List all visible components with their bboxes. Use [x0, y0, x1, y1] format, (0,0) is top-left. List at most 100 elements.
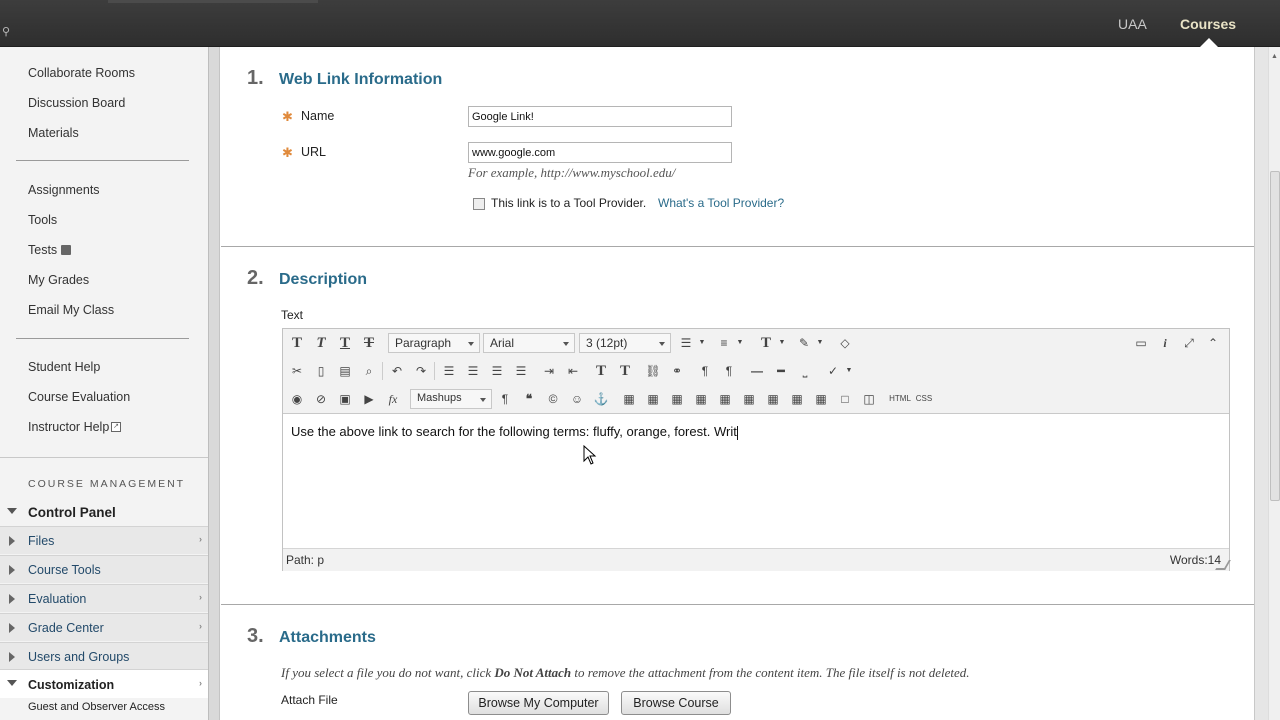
insert-image-icon[interactable]: ▣: [334, 388, 356, 410]
delete-row-icon[interactable]: ▦: [738, 388, 760, 410]
record-icon[interactable]: ◉: [286, 388, 308, 410]
sidebar-item-student-help[interactable]: Student Help: [28, 360, 100, 374]
strikethrough-icon[interactable]: T: [358, 332, 380, 354]
sidebar-item-my-grades[interactable]: My Grades: [28, 273, 89, 287]
mashups-select[interactable]: Mashups: [410, 389, 492, 409]
insert-table-icon[interactable]: ▦: [618, 388, 640, 410]
blockquote-icon[interactable]: ❝: [518, 388, 540, 410]
unlink-icon[interactable]: ⚭: [666, 360, 688, 382]
undo-icon[interactable]: ↶: [386, 360, 408, 382]
collapse-toolbar-icon[interactable]: ⌃: [1202, 332, 1224, 354]
pin-icon[interactable]: ⚲: [2, 25, 16, 39]
justify-icon[interactable]: ☰: [510, 360, 532, 382]
bullet-list-icon[interactable]: ☰: [675, 332, 697, 354]
chevron-down-icon[interactable]: ▼: [844, 360, 854, 382]
align-right-icon[interactable]: ☰: [486, 360, 508, 382]
eraser-icon[interactable]: ◇: [834, 332, 856, 354]
align-left-icon[interactable]: ☰: [438, 360, 460, 382]
fullscreen-icon[interactable]: ⤢: [1178, 332, 1200, 354]
chevron-down-icon[interactable]: ▼: [777, 332, 787, 354]
attach-file-icon[interactable]: ⊘: [310, 388, 332, 410]
chevron-down-icon[interactable]: ▼: [697, 332, 707, 354]
table-row-props-icon[interactable]: ▦: [642, 388, 664, 410]
rtl-icon[interactable]: ¶: [718, 360, 740, 382]
split-cells-icon[interactable]: □: [834, 388, 856, 410]
copy-icon[interactable]: ▯: [310, 360, 332, 382]
sidebar-resize-handle[interactable]: [208, 47, 220, 720]
control-panel-item-customization[interactable]: Customization ›: [0, 669, 208, 698]
text-color-icon[interactable]: T: [755, 332, 777, 354]
sidebar-item-tests[interactable]: Tests: [28, 243, 57, 257]
control-panel-item-course-tools[interactable]: Course Tools: [0, 555, 208, 583]
sidebar-item-collaborate-rooms[interactable]: Collaborate Rooms: [28, 66, 135, 80]
chevron-down-icon[interactable]: ▼: [815, 332, 825, 354]
page-scrollbar[interactable]: ▲: [1268, 47, 1280, 720]
thick-rule-icon[interactable]: ━: [770, 360, 792, 382]
tool-provider-checkbox[interactable]: [473, 198, 485, 210]
anchor-icon[interactable]: ⚓: [590, 388, 612, 410]
insert-row-before-icon[interactable]: ▦: [690, 388, 712, 410]
find-icon[interactable]: ⌕: [358, 360, 380, 382]
insert-media-icon[interactable]: ▶: [358, 388, 380, 410]
insert-col-before-icon[interactable]: ▦: [762, 388, 784, 410]
browse-course-button[interactable]: Browse Course: [621, 691, 731, 715]
editor-body[interactable]: Use the above link to search for the fol…: [291, 424, 738, 440]
superscript-icon[interactable]: T: [590, 360, 612, 382]
control-panel-item-users-and-groups[interactable]: Users and Groups: [0, 642, 208, 670]
tab-courses[interactable]: Courses: [1180, 16, 1236, 32]
browse-my-computer-button[interactable]: Browse My Computer: [468, 691, 609, 715]
bold-icon[interactable]: T: [286, 332, 308, 354]
sidebar-subitem-guest-observer-access[interactable]: Guest and Observer Access: [28, 701, 165, 713]
copyright-icon[interactable]: ©: [542, 388, 564, 410]
chevron-down-icon[interactable]: ▼: [735, 332, 745, 354]
control-panel-item-files[interactable]: Files ›: [0, 526, 208, 554]
cut-icon[interactable]: ✂: [286, 360, 308, 382]
subscript-icon[interactable]: T: [614, 360, 636, 382]
insert-col-after-icon[interactable]: ▦: [786, 388, 808, 410]
scroll-up-icon[interactable]: ▲: [1271, 53, 1278, 60]
name-field[interactable]: Google Link!: [468, 106, 732, 127]
horizontal-rule-icon[interactable]: —: [746, 360, 768, 382]
table-cell-props-icon[interactable]: ▦: [666, 388, 688, 410]
control-panel-header[interactable]: Control Panel: [0, 503, 208, 523]
sidebar-item-assignments[interactable]: Assignments: [28, 183, 100, 197]
css-button[interactable]: CSS: [913, 388, 935, 410]
insert-link-icon[interactable]: ⛓: [642, 360, 664, 382]
font-size-select[interactable]: 3 (12pt): [579, 333, 671, 353]
pilcrow-icon[interactable]: ¶: [494, 388, 516, 410]
numbered-list-icon[interactable]: ≡: [713, 332, 735, 354]
info-icon[interactable]: i: [1154, 332, 1176, 354]
merge-cells-icon[interactable]: ◫: [858, 388, 880, 410]
tab-uaa[interactable]: UAA: [1118, 16, 1147, 32]
html-source-button[interactable]: HTML: [886, 388, 914, 410]
ltr-icon[interactable]: ¶: [694, 360, 716, 382]
delete-col-icon[interactable]: ▦: [810, 388, 832, 410]
underline-icon[interactable]: T: [334, 332, 356, 354]
nonbreaking-space-icon[interactable]: ⎵: [794, 360, 816, 382]
format-select[interactable]: Paragraph: [388, 333, 480, 353]
scrollbar-thumb[interactable]: [1270, 171, 1280, 501]
control-panel-item-grade-center[interactable]: Grade Center ›: [0, 613, 208, 641]
sidebar-item-email-my-class[interactable]: Email My Class: [28, 303, 114, 317]
sidebar-item-materials[interactable]: Materials: [28, 126, 79, 140]
math-formula-icon[interactable]: fx: [382, 388, 404, 410]
outdent-icon[interactable]: ⇤: [562, 360, 584, 382]
preview-icon[interactable]: ▭: [1130, 332, 1152, 354]
sidebar-item-course-evaluation[interactable]: Course Evaluation: [28, 390, 130, 404]
align-center-icon[interactable]: ☰: [462, 360, 484, 382]
emoticon-icon[interactable]: ☺: [566, 388, 588, 410]
italic-icon[interactable]: T: [310, 332, 332, 354]
sidebar-item-discussion-board[interactable]: Discussion Board: [28, 96, 125, 110]
control-panel-item-evaluation[interactable]: Evaluation ›: [0, 584, 208, 612]
url-field[interactable]: www.google.com: [468, 142, 732, 163]
redo-icon[interactable]: ↷: [410, 360, 432, 382]
insert-row-after-icon[interactable]: ▦: [714, 388, 736, 410]
indent-icon[interactable]: ⇥: [538, 360, 560, 382]
highlight-icon[interactable]: ✎: [793, 332, 815, 354]
whats-a-tool-provider-link[interactable]: What's a Tool Provider?: [658, 196, 784, 210]
sidebar-item-tools[interactable]: Tools: [28, 213, 57, 227]
spellcheck-icon[interactable]: ✓: [822, 360, 844, 382]
font-family-select[interactable]: Arial: [483, 333, 575, 353]
sidebar-item-instructor-help[interactable]: Instructor Help: [28, 420, 109, 434]
paste-icon[interactable]: ▤: [334, 360, 356, 382]
